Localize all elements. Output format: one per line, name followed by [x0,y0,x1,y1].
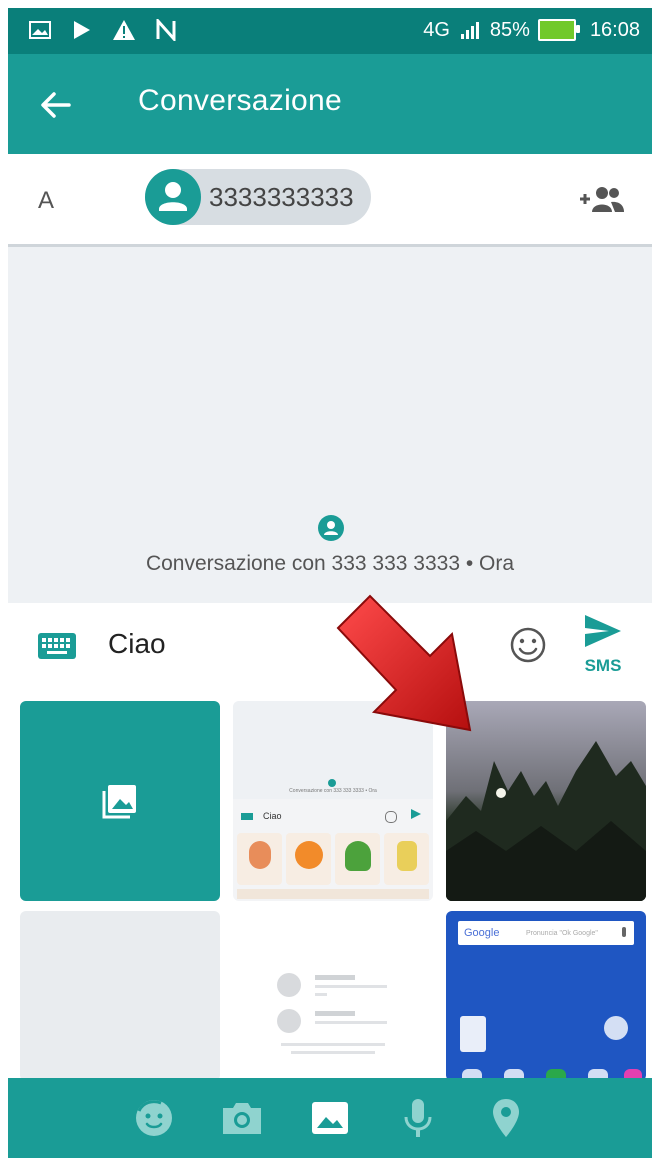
thumbnail-search-hint: Pronuncia "Ok Google" [526,930,598,937]
recipient-phone: 3333333333 [209,181,354,212]
sticker-icon[interactable] [131,1095,177,1141]
recipient-label: A [38,187,55,214]
gallery-notification-icon [28,18,52,42]
back-arrow-icon[interactable] [38,88,72,122]
status-bar: 4G 85% 16:08 [8,8,652,54]
thumbnail-caption: Conversazione con 333 333 3333 • Ora [289,788,377,794]
contacts-screenshot-thumbnail[interactable] [233,911,433,1081]
gallery-icon [102,785,136,819]
person-icon [159,182,187,211]
emoji-icon[interactable] [508,625,548,665]
signal-icon [458,18,482,42]
open-gallery-tile[interactable] [20,701,220,901]
recipient-row: A 3333333333 [8,154,652,247]
play-store-icon [70,18,94,42]
conversation-area: Conversazione con 333 333 3333 • Ora [8,247,652,603]
blank-thumbnail[interactable] [20,911,220,1081]
thumbnail-message: Ciao [263,811,282,821]
media-grid: Conversazione con 333 333 3333 • Ora Cia… [8,693,652,1081]
person-icon [324,521,338,535]
network-type: 4G [423,18,450,41]
send-label: SMS [584,656,622,675]
recipient-chip[interactable]: 3333333333 [145,169,371,225]
avatar [145,169,201,225]
microphone-icon[interactable] [395,1095,441,1141]
message-input[interactable]: Ciao [108,628,166,660]
avatar [318,515,344,541]
phone-screen: 4G 85% 16:08 Conversazione A 3333333333 [8,8,652,1158]
thumbnail-search-brand: Google [464,927,500,939]
app-bar: Conversazione [8,54,652,154]
send-button[interactable]: SMS [580,613,626,683]
camera-icon[interactable] [219,1095,265,1141]
keyboard-icon[interactable] [38,633,76,659]
conversation-info: Conversazione con 333 333 3333 • Ora [145,552,515,575]
send-icon [585,615,621,647]
screenshot-thumbnail[interactable]: Conversazione con 333 333 3333 • Ora Cia… [233,701,433,901]
homescreen-screenshot-thumbnail[interactable]: Google Pronuncia "Ok Google" [446,911,646,1081]
page-title: Conversazione [138,84,343,117]
add-recipient-icon[interactable] [578,182,626,216]
nfc-n-icon [154,18,178,42]
clock: 16:08 [589,18,640,41]
warning-icon [112,18,136,42]
battery-icon [537,19,580,41]
location-icon[interactable] [483,1095,529,1141]
gallery-icon[interactable] [307,1095,353,1141]
compose-bar: Ciao SMS [8,603,652,693]
photo-thumbnail-trees[interactable] [446,701,646,901]
battery-percent: 85% [489,18,530,41]
attachment-tab-bar [8,1078,652,1158]
